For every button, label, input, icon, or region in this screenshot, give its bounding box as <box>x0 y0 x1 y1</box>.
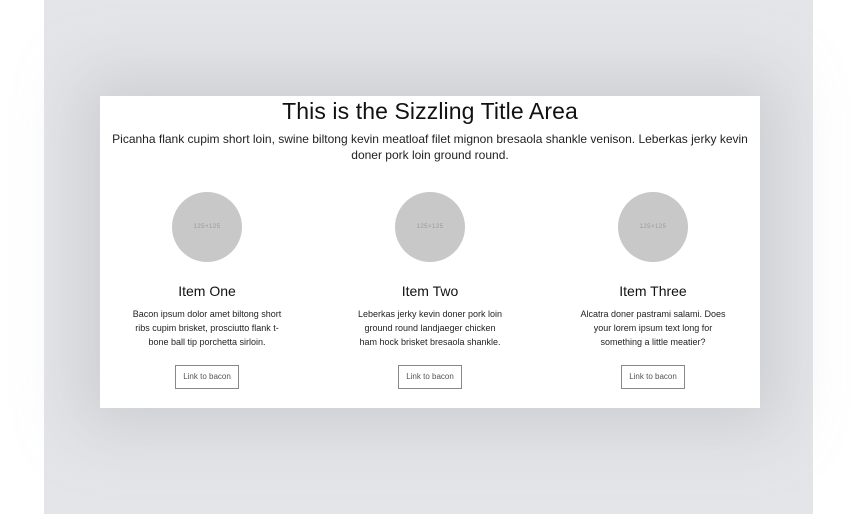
item-two: 125×125 Item Two Leberkas jerky kevin do… <box>355 192 505 389</box>
item-image-placeholder: 125×125 <box>172 192 242 262</box>
link-to-bacon-button[interactable]: Link to bacon <box>621 365 685 389</box>
item-title: Item One <box>178 283 236 299</box>
item-three: 125×125 Item Three Alcatra doner pastram… <box>578 192 728 389</box>
link-to-bacon-button[interactable]: Link to bacon <box>175 365 239 389</box>
link-to-bacon-button[interactable]: Link to bacon <box>398 365 462 389</box>
image-size-label: 125×125 <box>639 224 667 230</box>
image-size-label: 125×125 <box>416 224 444 230</box>
item-description: Alcatra doner pastrami salami. Does your… <box>580 309 726 347</box>
page-title: This is the Sizzling Title Area <box>282 98 578 124</box>
page-subtitle: Picanha flank cupim short loin, swine bi… <box>112 132 748 162</box>
item-description: Leberkas jerky kevin doner pork loin gro… <box>357 309 503 347</box>
item-title: Item Three <box>619 283 687 299</box>
image-size-label: 125×125 <box>193 224 221 230</box>
item-title: Item Two <box>401 283 459 299</box>
item-one: 125×125 Item One Bacon ipsum dolor amet … <box>132 192 282 389</box>
item-image-placeholder: 125×125 <box>395 192 465 262</box>
items-row: 125×125 Item One Bacon ipsum dolor amet … <box>100 192 760 389</box>
item-description: Bacon ipsum dolor amet biltong short rib… <box>132 309 282 347</box>
feature-card: This is the Sizzling Title Area Picanha … <box>100 96 760 408</box>
item-image-placeholder: 125×125 <box>618 192 688 262</box>
